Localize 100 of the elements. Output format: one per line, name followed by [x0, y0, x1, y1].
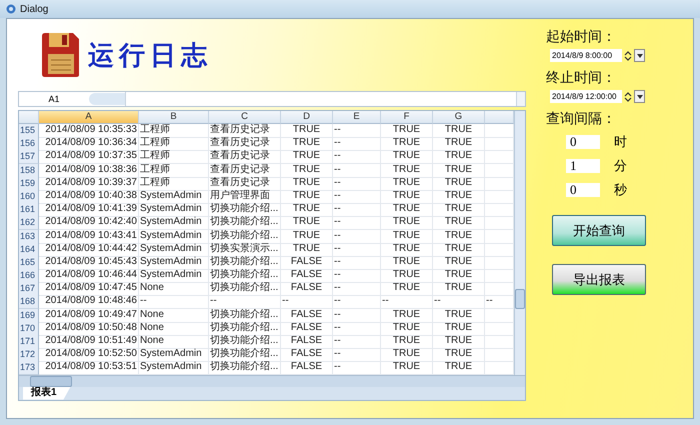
row-header[interactable]: 161 — [19, 203, 39, 218]
table-cell: 2014/08/09 10:50:48 — [39, 322, 139, 336]
row-header[interactable]: 173 — [19, 361, 39, 376]
table-cell: FALSE — [281, 282, 333, 296]
table-cell: 切换功能介绍... — [209, 308, 281, 323]
table-cell: 工程师 — [139, 150, 209, 164]
name-box[interactable]: A1 — [19, 94, 89, 104]
table-cell: FALSE — [281, 256, 333, 270]
table-cell: SystemAdmin — [139, 230, 209, 244]
table-cell: TRUE — [433, 137, 485, 152]
row-header[interactable]: 158 — [19, 164, 39, 178]
start-time-field[interactable]: 2014/8/9 8:00:00 — [550, 49, 622, 62]
app-icon — [6, 4, 16, 14]
table-cell: TRUE — [433, 348, 485, 362]
row-header[interactable]: 170 — [19, 322, 39, 336]
column-header[interactable]: G — [433, 111, 485, 124]
column-header[interactable]: F — [381, 111, 433, 124]
table-cell: 切换功能介绍... — [209, 230, 281, 244]
table-cell: TRUE — [281, 164, 333, 178]
table-cell: TRUE — [381, 335, 433, 349]
table-cell: FALSE — [281, 335, 333, 349]
table-cell: -- — [333, 256, 381, 270]
dropdown-button[interactable] — [634, 49, 645, 62]
row-header[interactable]: 159 — [19, 176, 39, 191]
table-cell: None — [139, 308, 209, 323]
row-header[interactable]: 166 — [19, 269, 39, 284]
interval-field[interactable]: 0 — [566, 183, 600, 197]
table-cell: FALSE — [281, 308, 333, 323]
row-header[interactable]: 163 — [19, 230, 39, 244]
column-header[interactable]: A — [39, 111, 139, 124]
dropdown-button[interactable] — [634, 90, 645, 103]
table-cell: SystemAdmin — [139, 190, 209, 204]
table-cell: FALSE — [281, 269, 333, 284]
table-cell: 2014/08/09 10:39:37 — [39, 176, 139, 191]
row-header[interactable]: 167 — [19, 282, 39, 296]
table-cell: 工程师 — [139, 137, 209, 152]
table-cell: 查看历史记录 — [209, 150, 281, 164]
table-cell: 2014/08/09 10:42:40 — [39, 216, 139, 230]
table-cell: 2014/08/09 10:45:43 — [39, 256, 139, 270]
row-header[interactable]: 169 — [19, 308, 39, 323]
column-header[interactable]: C — [209, 111, 281, 124]
table-cell: TRUE — [281, 124, 333, 138]
table-cell: SystemAdmin — [139, 348, 209, 362]
sheet-tab[interactable]: 报表1 — [23, 386, 71, 400]
spin-icon[interactable] — [624, 50, 632, 60]
table-cell: FALSE — [281, 322, 333, 336]
table-cell: -- — [333, 216, 381, 230]
table-cell: None — [139, 322, 209, 336]
column-header[interactable]: B — [139, 111, 209, 124]
table-cell: 切换功能介绍... — [209, 348, 281, 362]
table-cell: TRUE — [433, 282, 485, 296]
table-cell: TRUE — [381, 176, 433, 191]
end-time-field[interactable]: 2014/8/9 12:00:00 — [550, 90, 622, 103]
table-cell: 工程师 — [139, 124, 209, 138]
app-title: 运行日志 — [88, 40, 212, 72]
table-cell: 切换功能介绍... — [209, 282, 281, 296]
table-cell: TRUE — [433, 256, 485, 270]
table-cell: TRUE — [381, 282, 433, 296]
column-header[interactable]: E — [333, 111, 381, 124]
export-button[interactable]: 导出报表 — [552, 264, 646, 295]
table-cell: TRUE — [381, 124, 433, 138]
row-header[interactable]: 171 — [19, 335, 39, 349]
table-cell: TRUE — [381, 164, 433, 178]
table-cell: 2014/08/09 10:35:33 — [39, 124, 139, 138]
interval-field[interactable]: 0 — [566, 135, 600, 149]
row-header[interactable]: 162 — [19, 216, 39, 230]
table-cell: TRUE — [281, 216, 333, 230]
row-header[interactable]: 172 — [19, 348, 39, 362]
table-cell: TRUE — [433, 164, 485, 178]
table-cell: -- — [333, 124, 381, 138]
caret-icon — [636, 54, 642, 58]
row-header[interactable]: 155 — [19, 124, 39, 138]
table-cell: SystemAdmin — [139, 203, 209, 218]
row-header[interactable]: 156 — [19, 137, 39, 152]
row-header[interactable]: 157 — [19, 150, 39, 164]
row-header[interactable]: 160 — [19, 190, 39, 204]
query-button[interactable]: 开始查询 — [552, 215, 646, 246]
unit-label: 秒 — [614, 181, 627, 199]
table-cell: -- — [333, 176, 381, 191]
row-header[interactable]: 164 — [19, 242, 39, 257]
table-cell: -- — [333, 137, 381, 152]
table-cell: 2014/08/09 10:44:42 — [39, 242, 139, 257]
table-cell: SystemAdmin — [139, 216, 209, 230]
horizontal-scrollbar[interactable] — [19, 374, 525, 387]
table-cell: TRUE — [281, 190, 333, 204]
spin-icon[interactable] — [624, 92, 632, 102]
table-cell: 2014/08/09 10:52:50 — [39, 348, 139, 362]
table-cell: TRUE — [433, 269, 485, 284]
table-cell: -- — [333, 282, 381, 296]
interval-field[interactable]: 1 — [566, 159, 600, 173]
vertical-scrollbar[interactable] — [514, 111, 525, 375]
table-cell: -- — [139, 295, 209, 310]
table-cell: TRUE — [433, 335, 485, 349]
row-header[interactable]: 168 — [19, 295, 39, 310]
column-header[interactable]: D — [281, 111, 333, 124]
splitter-handle[interactable] — [89, 93, 125, 105]
table-cell: TRUE — [433, 203, 485, 218]
table-cell: TRUE — [381, 190, 433, 204]
table-cell: -- — [333, 335, 381, 349]
row-header[interactable]: 165 — [19, 256, 39, 270]
